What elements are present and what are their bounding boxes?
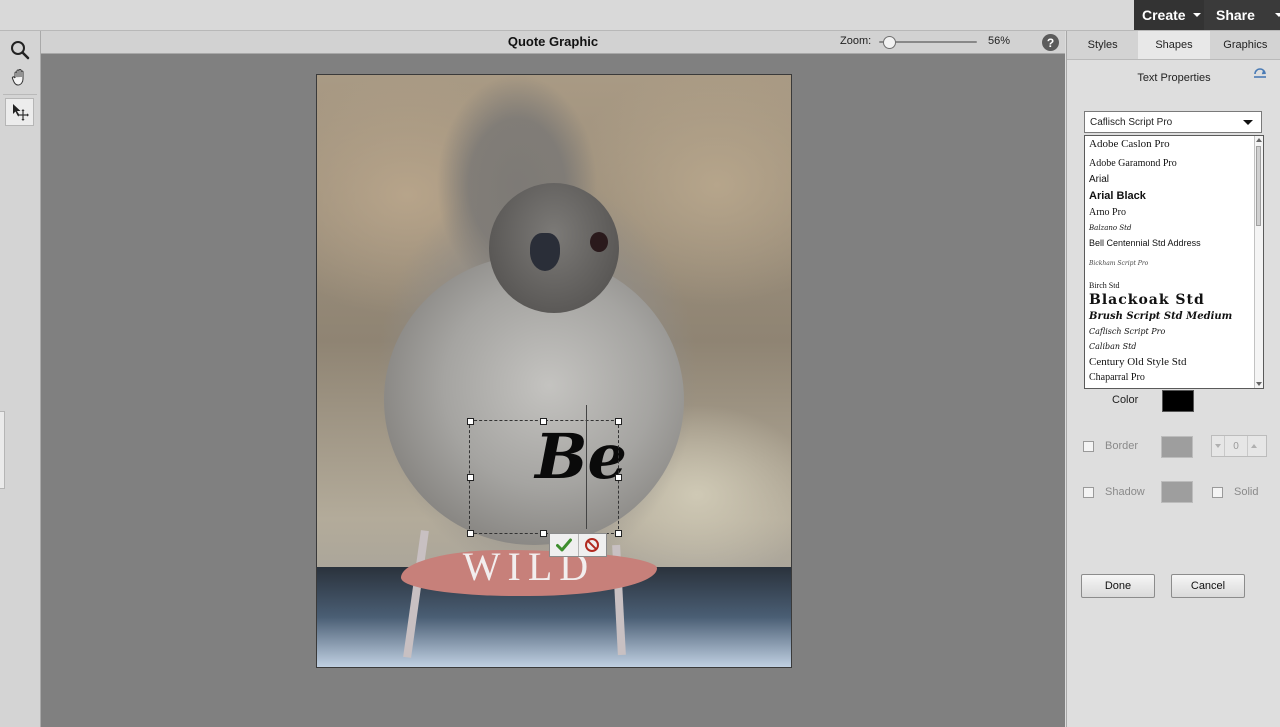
bird-beak [530, 233, 560, 271]
canvas-area: WILD Be [41, 54, 1065, 727]
tab-shapes[interactable]: Shapes [1138, 31, 1210, 59]
font-option[interactable]: Birch Std [1089, 281, 1119, 290]
bird-eye [590, 232, 608, 252]
zoom-tool[interactable] [5, 36, 34, 64]
canvas-header: Quote Graphic Zoom: 56% ? [41, 31, 1065, 54]
resize-handle-top-right[interactable] [615, 418, 622, 425]
create-label: Create [1142, 7, 1186, 23]
font-dropdown-list[interactable]: Adobe Caslon Pro Adobe Garamond Pro Aria… [1084, 135, 1264, 389]
solid-label: Solid [1234, 486, 1259, 498]
toolbar-separator [3, 94, 37, 95]
color-swatch[interactable] [1162, 390, 1194, 412]
resize-handle-bottom[interactable] [540, 530, 547, 537]
font-option[interactable]: Caliban Std [1089, 342, 1136, 351]
shadow-color-swatch[interactable] [1161, 481, 1193, 503]
done-button[interactable]: Done [1081, 574, 1155, 598]
left-toolbar [0, 31, 41, 727]
font-option[interactable]: Arial [1089, 174, 1109, 185]
zoom-value: 56% [988, 35, 1011, 47]
resize-handle-top-left[interactable] [467, 418, 474, 425]
text-cursor-line [586, 405, 587, 529]
border-checkbox[interactable] [1083, 441, 1094, 452]
right-panel: Styles Shapes Graphics Text Properties C… [1066, 31, 1280, 727]
help-icon[interactable]: ? [1042, 34, 1059, 51]
scroll-up-icon[interactable] [1256, 138, 1262, 142]
tab-graphics[interactable]: Graphics [1210, 31, 1280, 59]
share-dropdown-caret-icon [1275, 13, 1280, 17]
tab-styles-label: Styles [1087, 39, 1118, 51]
zoom-icon [10, 41, 29, 60]
share-button[interactable]: Share [1204, 0, 1280, 30]
hand-icon [11, 69, 23, 86]
top-bar: Create Share [0, 0, 1280, 31]
text-properties-title: Text Properties [1137, 72, 1211, 84]
reset-icon[interactable] [1253, 67, 1267, 79]
cancel-icon [585, 538, 600, 552]
create-button[interactable]: Create [1134, 0, 1210, 30]
font-option[interactable]: Caflisch Script Pro [1089, 327, 1165, 336]
font-option[interactable]: Balzano Std [1089, 224, 1131, 232]
share-label: Share [1216, 7, 1255, 23]
checkmark-icon [555, 538, 572, 552]
border-width-stepper[interactable]: 0 [1211, 435, 1267, 457]
chevron-down-icon [1243, 120, 1253, 125]
scrollbar-thumb[interactable] [1256, 146, 1261, 226]
create-dropdown-caret-icon [1193, 13, 1201, 17]
solid-checkbox[interactable] [1212, 487, 1223, 498]
tab-graphics-label: Graphics [1223, 39, 1268, 51]
shadow-checkbox[interactable] [1083, 487, 1094, 498]
panel-tabs: Styles Shapes Graphics [1067, 31, 1280, 60]
resize-handle-right[interactable] [615, 474, 622, 481]
text-bounding-box[interactable] [469, 420, 619, 534]
scroll-down-icon[interactable] [1256, 382, 1262, 386]
font-list-scrollbar[interactable] [1254, 136, 1263, 388]
zoom-label: Zoom: [840, 35, 872, 47]
border-label: Border [1105, 440, 1139, 452]
font-option[interactable]: Bell Centennial Std Address [1089, 238, 1201, 248]
font-option[interactable]: Bickham Script Pro [1089, 260, 1148, 267]
stepper-down-icon[interactable] [1212, 436, 1225, 456]
hand-tool[interactable] [5, 63, 34, 91]
font-option[interactable]: Century Old Style Std [1089, 356, 1186, 368]
shadow-label: Shadow [1105, 486, 1145, 498]
font-option[interactable]: Blackoak Std [1089, 292, 1205, 308]
font-family-select[interactable]: Caflisch Script Pro [1084, 111, 1262, 133]
text-commit-bar [549, 533, 607, 557]
resize-handle-bottom-left[interactable] [467, 530, 474, 537]
done-label: Done [1104, 580, 1132, 592]
color-label: Color [1112, 394, 1139, 406]
move-tool[interactable] [5, 98, 34, 126]
tab-shapes-label: Shapes [1155, 39, 1193, 51]
wild-text[interactable]: WILD [401, 543, 657, 590]
font-option[interactable]: Chaparral Pro [1089, 372, 1145, 383]
font-option[interactable]: Arno Pro [1089, 207, 1126, 218]
move-icon [12, 104, 29, 121]
stepper-up-icon[interactable] [1248, 444, 1260, 448]
zoom-slider-handle[interactable] [882, 36, 896, 49]
help-label: ? [1046, 35, 1055, 50]
commit-button[interactable] [550, 534, 579, 556]
font-option[interactable]: Arial Black [1089, 190, 1146, 202]
font-option[interactable]: Adobe Caslon Pro [1089, 138, 1170, 150]
border-color-swatch[interactable] [1161, 436, 1193, 458]
cancel-button[interactable]: Cancel [1171, 574, 1245, 598]
tab-styles[interactable]: Styles [1067, 31, 1138, 59]
border-width-value[interactable]: 0 [1225, 436, 1248, 456]
font-option[interactable]: Brush Script Std Medium [1089, 311, 1232, 322]
panel-collapse-tab[interactable] [0, 411, 5, 489]
cancel-label: Cancel [1190, 580, 1226, 592]
cancel-edit-button[interactable] [579, 534, 607, 556]
resize-handle-top[interactable] [540, 418, 547, 425]
font-option[interactable]: Adobe Garamond Pro [1089, 158, 1177, 169]
bird-photo[interactable]: WILD [316, 74, 792, 668]
resize-handle-left[interactable] [467, 474, 474, 481]
font-select-value: Caflisch Script Pro [1090, 116, 1173, 128]
resize-handle-bottom-right[interactable] [615, 530, 622, 537]
